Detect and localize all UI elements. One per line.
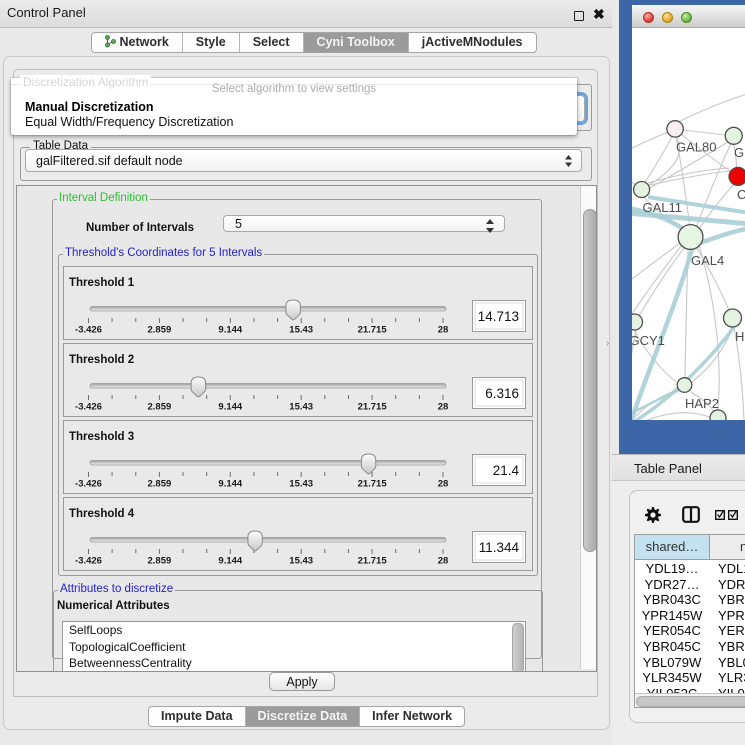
svg-text:C: C xyxy=(737,187,745,202)
svg-text:GAL4: GAL4 xyxy=(691,253,724,268)
svg-text:-3.426: -3.426 xyxy=(75,479,102,490)
svg-text:Threshold 3: Threshold 3 xyxy=(69,431,134,443)
svg-text:15.43: 15.43 xyxy=(289,556,313,567)
svg-text:9.144: 9.144 xyxy=(218,402,242,413)
svg-text:H: H xyxy=(735,329,744,344)
svg-text:15.43: 15.43 xyxy=(289,402,313,413)
svg-text:Threshold 4: Threshold 4 xyxy=(69,508,135,520)
svg-text:9.144: 9.144 xyxy=(218,325,242,336)
svg-text:2.859: 2.859 xyxy=(148,479,172,490)
svg-text:G.: G. xyxy=(734,145,745,160)
svg-text:2.859: 2.859 xyxy=(148,402,172,413)
svg-text:15.43: 15.43 xyxy=(289,325,313,336)
svg-text:21.715: 21.715 xyxy=(358,402,388,413)
svg-text:28: 28 xyxy=(438,325,449,336)
svg-text:28: 28 xyxy=(438,402,449,413)
svg-text:-3.426: -3.426 xyxy=(75,402,102,413)
svg-text:-3.426: -3.426 xyxy=(75,325,102,336)
svg-text:2.859: 2.859 xyxy=(148,556,172,567)
svg-text:GCY1: GCY1 xyxy=(632,333,665,348)
svg-text:Threshold 1: Threshold 1 xyxy=(69,277,135,289)
svg-text:GAL11: GAL11 xyxy=(643,200,683,215)
svg-text:HAP2: HAP2 xyxy=(685,396,719,411)
svg-text:28: 28 xyxy=(438,479,449,490)
svg-text:15.43: 15.43 xyxy=(289,479,313,490)
svg-text:28: 28 xyxy=(438,556,449,567)
svg-text:21.715: 21.715 xyxy=(358,325,388,336)
svg-text:21.715: 21.715 xyxy=(358,556,388,567)
svg-text:GAL80: GAL80 xyxy=(676,140,716,155)
svg-text:9.144: 9.144 xyxy=(218,479,242,490)
svg-text:21.715: 21.715 xyxy=(358,479,388,490)
svg-text:2.859: 2.859 xyxy=(148,325,172,336)
svg-text:9.144: 9.144 xyxy=(218,556,242,567)
svg-text:-3.426: -3.426 xyxy=(75,556,102,567)
svg-text:Threshold 2: Threshold 2 xyxy=(69,354,134,366)
